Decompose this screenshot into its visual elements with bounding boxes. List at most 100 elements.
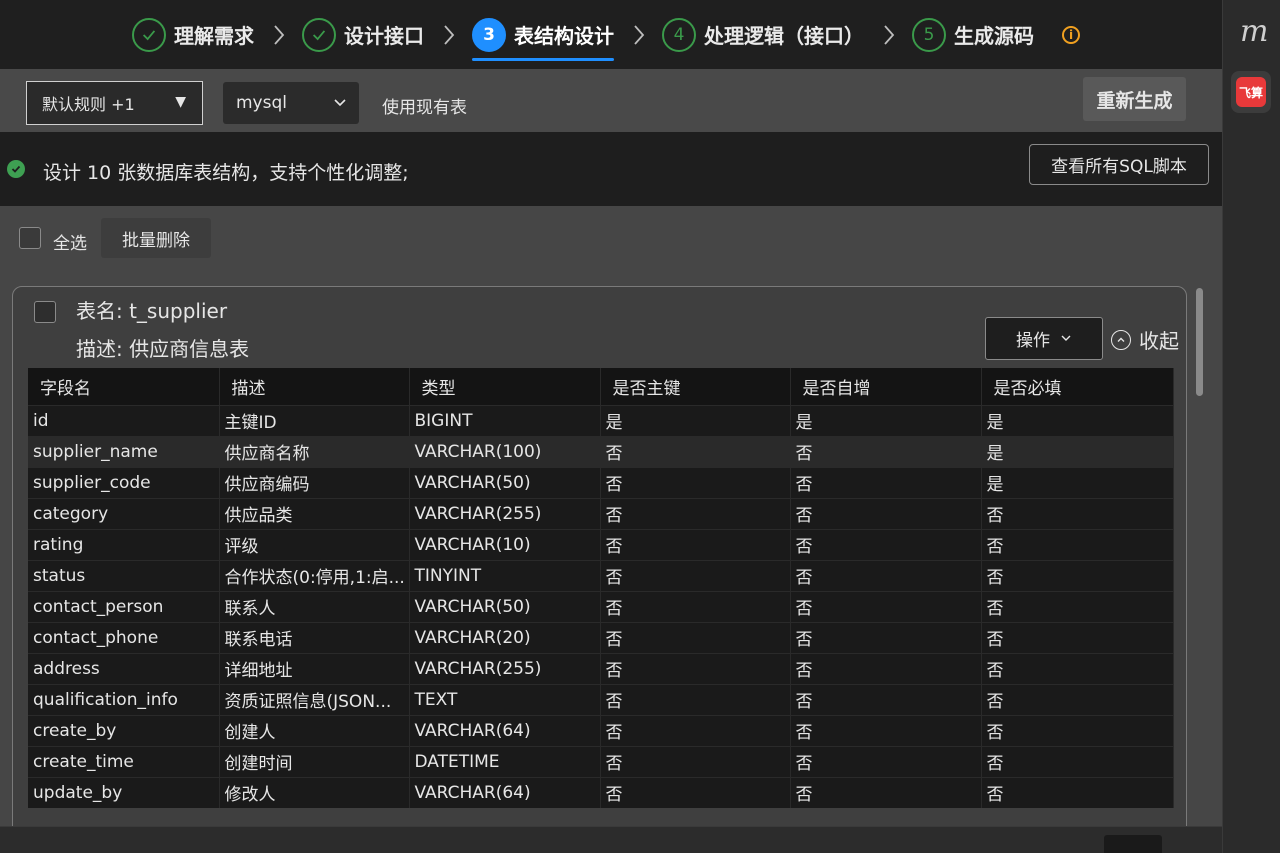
- check-circle-icon: [302, 17, 336, 52]
- table-row[interactable]: id 主键ID BIGINT 是是是: [28, 404, 1174, 436]
- table-cell: TINYINT: [409, 559, 601, 591]
- table-cell: 否: [790, 683, 982, 715]
- db-type-select[interactable]: mysql: [223, 82, 359, 124]
- table-cell: VARCHAR(50): [409, 590, 601, 622]
- step-number: 5: [912, 17, 946, 52]
- table-cell: 供应商编码: [219, 466, 410, 498]
- table-cell: 否: [600, 497, 791, 529]
- table-cell: 评级: [219, 528, 410, 560]
- table-description: 描述: 供应商信息表: [76, 337, 250, 361]
- table-row[interactable]: create_time 创建时间 DATETIME 否否否: [28, 745, 1174, 777]
- table-cell: id: [28, 404, 220, 436]
- table-row[interactable]: create_by 创建人 VARCHAR(64) 否否否: [28, 714, 1174, 746]
- step-1[interactable]: 理解需求: [132, 0, 254, 69]
- check-circle-icon: [132, 17, 166, 52]
- table-row[interactable]: category 供应品类 VARCHAR(255) 否否否: [28, 497, 1174, 529]
- table-cell: 资质证照信息(JSON...: [219, 683, 410, 715]
- table-cell: 否: [981, 683, 1174, 715]
- table-row[interactable]: qualification_info 资质证照信息(JSON... TEXT 否否否: [28, 683, 1174, 715]
- chevron-right-icon: [442, 23, 456, 47]
- table-row[interactable]: address 详细地址 VARCHAR(255) 否否否: [28, 652, 1174, 684]
- step-label: 处理逻辑（接口）: [704, 24, 864, 48]
- table-cell: 否: [600, 590, 791, 622]
- fields-table: 字段名 描述 类型 是否主键 是否自增 是否必填 id 主键ID BIGINT 是是是…: [28, 368, 1174, 808]
- status-message: 设计 10 张数据库表结构，支持个性化调整;: [43, 162, 409, 184]
- table-cell: 否: [790, 466, 982, 498]
- step-4[interactable]: 4 处理逻辑（接口）: [662, 0, 864, 69]
- operations-dropdown[interactable]: 操作: [985, 317, 1103, 360]
- success-check-icon: [7, 160, 25, 178]
- table-cell: 否: [981, 652, 1174, 684]
- table-cell: TEXT: [409, 683, 601, 715]
- table-row[interactable]: supplier_code 供应商编码 VARCHAR(50) 否否是: [28, 466, 1174, 498]
- step-5[interactable]: 5 生成源码: [912, 0, 1034, 69]
- table-cell: supplier_name: [28, 435, 220, 467]
- table-cell: contact_person: [28, 590, 220, 622]
- table-cell: 否: [790, 621, 982, 653]
- step-label: 理解需求: [174, 24, 254, 48]
- table-cell: 否: [981, 714, 1174, 746]
- vertical-scrollbar[interactable]: [1196, 288, 1203, 396]
- batch-delete-button[interactable]: 批量删除: [101, 218, 211, 258]
- step-label: 生成源码: [954, 24, 1034, 48]
- table-cell: 否: [981, 497, 1174, 529]
- table-cell: VARCHAR(255): [409, 652, 601, 684]
- table-cell: 否: [981, 621, 1174, 653]
- table-cell: 否: [790, 497, 982, 529]
- table-row[interactable]: update_by 修改人 VARCHAR(64) 否否否: [28, 776, 1174, 808]
- step-2[interactable]: 设计接口: [302, 0, 424, 69]
- table-row[interactable]: supplier_name 供应商名称 VARCHAR(100) 否否是: [28, 435, 1174, 467]
- table-cell: 是: [981, 435, 1174, 467]
- caret-down-icon: ▼: [175, 94, 186, 110]
- table-cell: 主键ID: [219, 404, 410, 436]
- regenerate-button[interactable]: 重新生成: [1083, 77, 1186, 121]
- column-header: 类型: [409, 368, 601, 405]
- table-select-checkbox[interactable]: [34, 301, 56, 323]
- info-icon[interactable]: i: [1062, 25, 1080, 44]
- table-cell: VARCHAR(100): [409, 435, 601, 467]
- step-label: 表结构设计: [514, 24, 614, 48]
- table-cell: create_time: [28, 745, 220, 777]
- table-row[interactable]: status 合作状态(0:停用,1:启... TINYINT 否否否: [28, 559, 1174, 591]
- step-label: 设计接口: [344, 24, 424, 48]
- table-header-row: 字段名 描述 类型 是否主键 是否自增 是否必填: [28, 368, 1174, 405]
- table-row[interactable]: rating 评级 VARCHAR(10) 否否否: [28, 528, 1174, 560]
- table-cell: 联系人: [219, 590, 410, 622]
- feisuan-app-button[interactable]: 飞算: [1231, 71, 1271, 113]
- table-cell: VARCHAR(20): [409, 621, 601, 653]
- view-all-sql-button[interactable]: 查看所有SQL脚本: [1029, 144, 1209, 185]
- right-sidebar: m 飞算: [1222, 0, 1280, 853]
- table-cell: status: [28, 559, 220, 591]
- table-card: 表名: t_supplier 描述: 供应商信息表 操作 收起 字段名 描述 类…: [12, 286, 1187, 826]
- table-cell: 否: [600, 776, 791, 808]
- table-row[interactable]: contact_phone 联系电话 VARCHAR(20) 否否否: [28, 621, 1174, 653]
- select-all-checkbox[interactable]: [19, 227, 41, 249]
- table-cell: address: [28, 652, 220, 684]
- collapse-toggle[interactable]: 收起: [1111, 325, 1179, 354]
- table-cell: 否: [600, 435, 791, 467]
- chevron-right-icon: [882, 23, 896, 47]
- step-3[interactable]: 3 表结构设计: [472, 0, 614, 69]
- table-cell: 否: [790, 590, 982, 622]
- table-cell: 否: [600, 621, 791, 653]
- table-cell: rating: [28, 528, 220, 560]
- table-cell: 否: [600, 466, 791, 498]
- table-cell: qualification_info: [28, 683, 220, 715]
- table-cell: 否: [600, 528, 791, 560]
- select-all-label: 全选: [53, 234, 87, 254]
- step-number: 3: [472, 17, 506, 52]
- rule-select-value: 默认规则 +1: [42, 95, 135, 114]
- table-cell: 联系电话: [219, 621, 410, 653]
- app-logo: m: [1240, 14, 1269, 49]
- rule-select[interactable]: 默认规则 +1 ▼: [26, 81, 203, 125]
- table-cell: 否: [790, 652, 982, 684]
- column-header: 是否自增: [790, 368, 982, 405]
- feisuan-icon: 飞算: [1236, 77, 1266, 107]
- table-row[interactable]: contact_person 联系人 VARCHAR(50) 否否否: [28, 590, 1174, 622]
- table-cell: 是: [981, 404, 1174, 436]
- use-existing-table-link[interactable]: 使用现有表: [382, 93, 467, 118]
- bottom-action-button[interactable]: [1104, 835, 1162, 853]
- table-cell: contact_phone: [28, 621, 220, 653]
- table-cell: 是: [600, 404, 791, 436]
- table-cell: 否: [600, 652, 791, 684]
